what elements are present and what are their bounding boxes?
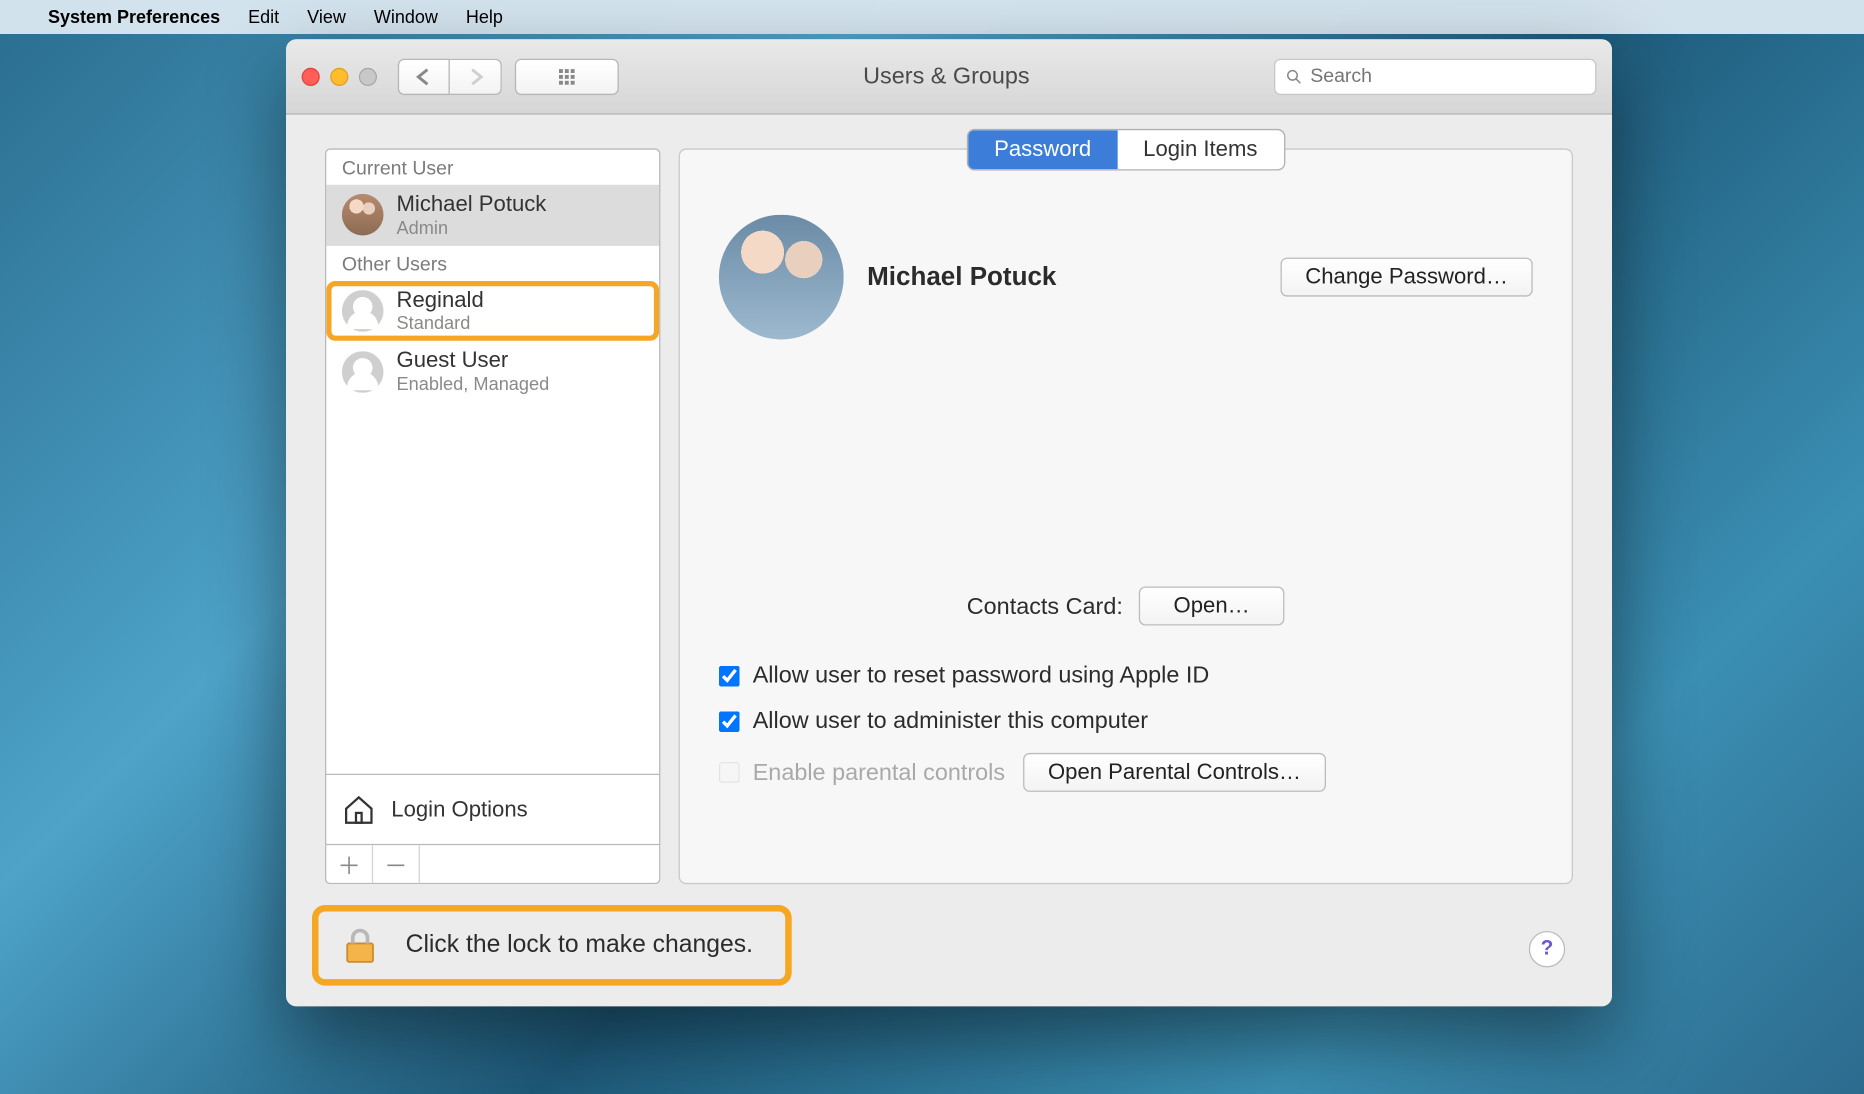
lock-row[interactable]: Click the lock to make changes.	[325, 913, 779, 978]
search-icon	[1286, 67, 1303, 85]
parental-controls-checkbox: Enable parental controls	[719, 759, 1005, 786]
tab-password[interactable]: Password	[968, 130, 1117, 169]
menubar-item-view[interactable]: View	[307, 7, 346, 28]
avatar	[342, 351, 384, 393]
open-parental-controls-button[interactable]: Open Parental Controls…	[1023, 753, 1325, 792]
mac-menubar: System Preferences Edit View Window Help	[0, 0, 1864, 34]
tabs: Password Login Items	[967, 129, 1285, 171]
home-icon	[342, 793, 376, 827]
profile-avatar[interactable]	[719, 215, 844, 340]
user-role: Enabled, Managed	[397, 373, 550, 394]
menubar-item-edit[interactable]: Edit	[248, 7, 279, 28]
sidebar-header-other: Other Users	[326, 245, 659, 280]
menubar-app[interactable]: System Preferences	[48, 7, 220, 28]
users-sidebar: Current User Michael Potuck Admin Other …	[325, 148, 660, 884]
allow-reset-label: Allow user to reset password using Apple…	[753, 662, 1210, 689]
change-password-button[interactable]: Change Password…	[1281, 258, 1533, 297]
remove-user-button: －	[373, 845, 420, 883]
grid-icon	[558, 67, 576, 85]
add-remove-bar: ＋ －	[325, 845, 660, 884]
lock-icon[interactable]	[338, 923, 382, 967]
user-role: Standard	[397, 313, 484, 334]
user-role: Admin	[397, 217, 547, 238]
login-options-label: Login Options	[391, 796, 527, 822]
menubar-item-window[interactable]: Window	[374, 7, 438, 28]
main-panel: Password Login Items Michael Potuck Chan…	[679, 148, 1573, 884]
prefs-window: Users & Groups Current User Michael Potu…	[286, 39, 1612, 1006]
menubar-item-help[interactable]: Help	[466, 7, 503, 28]
sidebar-header-current: Current User	[326, 150, 659, 185]
spacer	[420, 845, 659, 883]
back-button[interactable]	[398, 58, 450, 94]
contacts-card-label: Contacts Card:	[967, 592, 1123, 619]
window-title: Users & Groups	[632, 63, 1261, 90]
allow-admin-label: Allow user to administer this computer	[753, 707, 1148, 734]
user-name: Michael Potuck	[397, 193, 547, 217]
parental-controls-label: Enable parental controls	[753, 759, 1005, 786]
chevron-right-icon	[466, 67, 484, 85]
window-footer: Click the lock to make changes. ?	[286, 884, 1612, 1006]
add-user-button: ＋	[326, 845, 373, 883]
tab-login-items[interactable]: Login Items	[1117, 130, 1283, 169]
close-window-icon[interactable]	[302, 67, 320, 85]
user-name: Reginald	[397, 288, 484, 312]
avatar	[342, 194, 384, 236]
parental-controls-input	[719, 762, 740, 783]
search-field[interactable]	[1274, 58, 1596, 94]
traffic-lights	[302, 67, 377, 85]
login-options-button[interactable]: Login Options	[325, 775, 660, 845]
minimize-window-icon[interactable]	[330, 67, 348, 85]
chevron-left-icon	[415, 67, 433, 85]
open-contacts-card-button[interactable]: Open…	[1138, 587, 1284, 626]
user-name: Guest User	[397, 349, 550, 373]
allow-admin-checkbox[interactable]: Allow user to administer this computer	[719, 707, 1533, 734]
sidebar-user-current[interactable]: Michael Potuck Admin	[326, 185, 659, 246]
allow-reset-checkbox[interactable]: Allow user to reset password using Apple…	[719, 662, 1533, 689]
avatar	[342, 290, 384, 332]
allow-admin-input[interactable]	[719, 711, 740, 732]
profile-name: Michael Potuck	[867, 262, 1257, 292]
sidebar-user-other[interactable]: Reginald Standard	[326, 281, 659, 342]
forward-button	[450, 58, 502, 94]
sidebar-user-guest[interactable]: Guest User Enabled, Managed	[326, 341, 659, 402]
window-toolbar: Users & Groups	[286, 39, 1612, 114]
lock-text: Click the lock to make changes.	[406, 931, 753, 960]
help-button[interactable]: ?	[1529, 931, 1565, 967]
search-input[interactable]	[1310, 65, 1584, 87]
allow-reset-input[interactable]	[719, 665, 740, 686]
nav-back-forward	[398, 58, 502, 94]
zoom-window-icon	[359, 67, 377, 85]
show-all-button[interactable]	[515, 58, 619, 94]
